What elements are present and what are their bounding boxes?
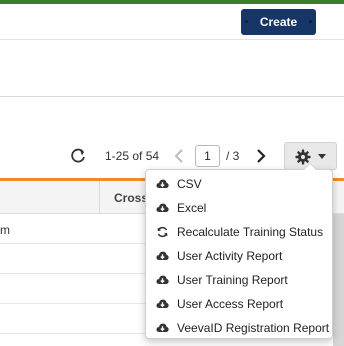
menu-item-user-access-report[interactable]: User Access Report bbox=[146, 292, 332, 316]
cloud-download-icon bbox=[156, 179, 169, 188]
menu-item-csv[interactable]: CSV bbox=[146, 172, 332, 196]
menu-item-label: User Training Report bbox=[177, 273, 288, 287]
menu-item-user-activity-report[interactable]: User Activity Report bbox=[146, 244, 332, 268]
caret-down-icon bbox=[318, 154, 326, 159]
refresh-icon[interactable] bbox=[69, 147, 87, 165]
menu-item-label: Excel bbox=[177, 201, 207, 215]
page-number-input[interactable] bbox=[195, 145, 220, 167]
menu-item-label: User Access Report bbox=[177, 297, 284, 311]
pager-total-text: / 3 bbox=[226, 149, 240, 163]
menu-item-label: Recalculate Training Status bbox=[177, 225, 324, 239]
cloud-download-icon bbox=[156, 275, 169, 284]
row-cell-text: m bbox=[0, 223, 10, 237]
menu-item-recalculate-training-status[interactable]: Recalculate Training Status bbox=[146, 220, 332, 244]
column-header-label: Cross bbox=[114, 191, 149, 205]
pager-range-text: 1-25 of 54 bbox=[105, 149, 160, 163]
chevron-right-icon[interactable] bbox=[254, 146, 268, 166]
menu-item-excel[interactable]: Excel bbox=[146, 196, 332, 220]
refresh-icon bbox=[157, 226, 168, 238]
menu-item-user-training-report[interactable]: User Training Report bbox=[146, 268, 332, 292]
actions-dropdown-menu: CSV Excel Recalculate Training Status Us… bbox=[145, 163, 333, 340]
menu-item-label: VeevaID Registration Report bbox=[177, 321, 330, 335]
vertical-scrollbar[interactable] bbox=[333, 214, 344, 346]
menu-item-veevaid-registration-report[interactable]: VeevaID Registration Report bbox=[146, 316, 332, 340]
menu-item-label: User Activity Report bbox=[177, 249, 283, 263]
chevron-left-icon[interactable] bbox=[172, 146, 186, 166]
cloud-download-icon bbox=[156, 323, 169, 332]
cloud-download-icon bbox=[156, 299, 169, 308]
section-divider bbox=[0, 96, 344, 97]
menu-item-label: CSV bbox=[177, 177, 202, 191]
cloud-download-icon bbox=[156, 203, 169, 212]
create-button[interactable]: Create bbox=[241, 9, 316, 35]
cloud-download-icon bbox=[156, 251, 169, 260]
top-bar: Create bbox=[0, 4, 344, 40]
